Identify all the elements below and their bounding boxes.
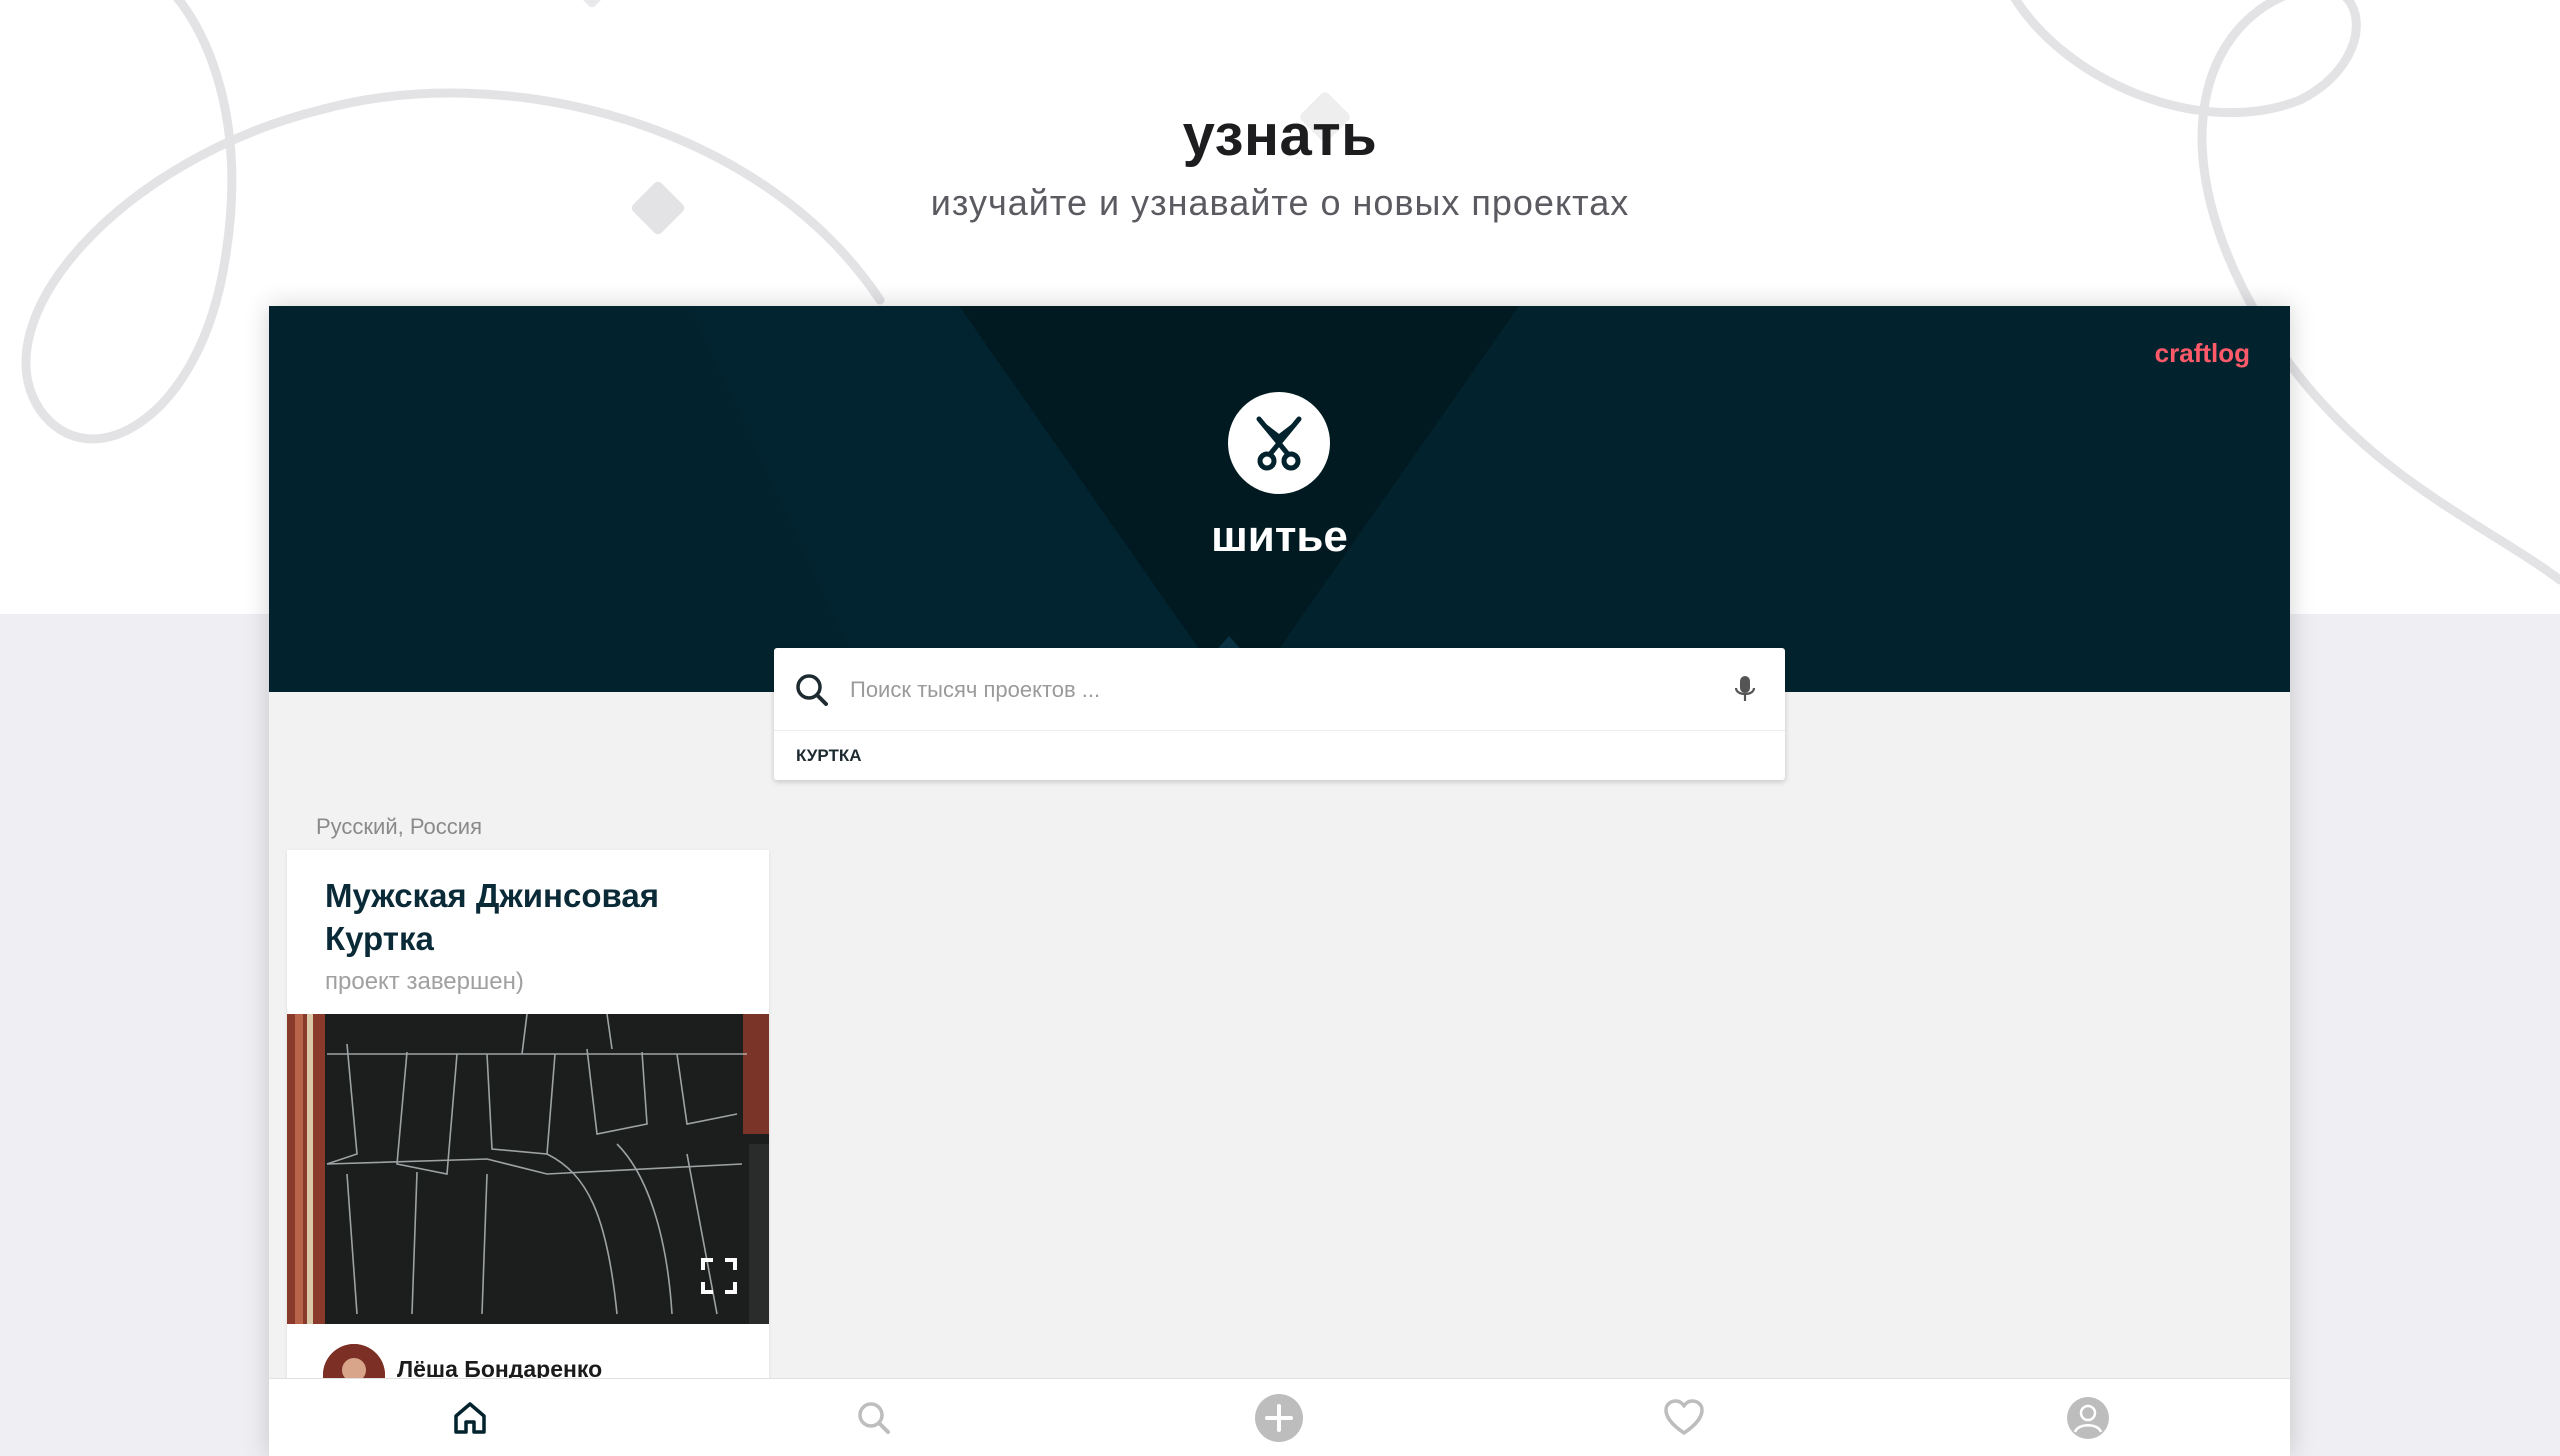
home-icon [454, 1402, 486, 1434]
promo-subtitle: изучайте и узнавайте о новых проектах [930, 182, 1630, 223]
search-panel: КУРТКА [774, 648, 1785, 780]
category-header: craftlog шитье [269, 306, 2290, 692]
header-background-shape [689, 306, 1519, 692]
expand-icon[interactable] [699, 1256, 739, 1296]
app-screen: craftlog шитье Поиск тысяч проектов ... … [269, 306, 2290, 1456]
pattern-photo [287, 1014, 769, 1324]
nav-search[interactable] [834, 1379, 914, 1456]
project-status: проект завершен) [325, 968, 524, 995]
microphone-icon[interactable] [1733, 674, 1757, 704]
profile-icon [2067, 1397, 2109, 1439]
bottom-navigation [269, 1378, 2290, 1456]
search-icon [796, 674, 828, 706]
nav-home[interactable] [430, 1379, 510, 1456]
scissors-icon [1228, 392, 1330, 494]
brand-logo[interactable]: craftlog [2155, 338, 2250, 369]
project-title[interactable]: Мужская Джинсовая Куртка [325, 874, 745, 960]
add-icon [1255, 1394, 1303, 1442]
project-card[interactable]: Мужская Джинсовая Куртка проект завершен… [287, 850, 769, 1410]
promo-title: узнать [1182, 103, 1378, 168]
category-title: шитье [1211, 512, 1348, 561]
project-image[interactable] [287, 1014, 769, 1324]
search-input[interactable] [848, 668, 1712, 712]
search-bar[interactable] [774, 648, 1785, 731]
nav-add[interactable] [1239, 1379, 1319, 1456]
search-suggestion[interactable]: КУРТКА [796, 746, 862, 766]
nav-profile[interactable] [2048, 1379, 2128, 1456]
search-icon [858, 1402, 890, 1434]
heart-icon [1664, 1399, 1704, 1435]
locale-label[interactable]: Русский, Россия [316, 814, 482, 840]
nav-favorites[interactable] [1644, 1379, 1724, 1456]
